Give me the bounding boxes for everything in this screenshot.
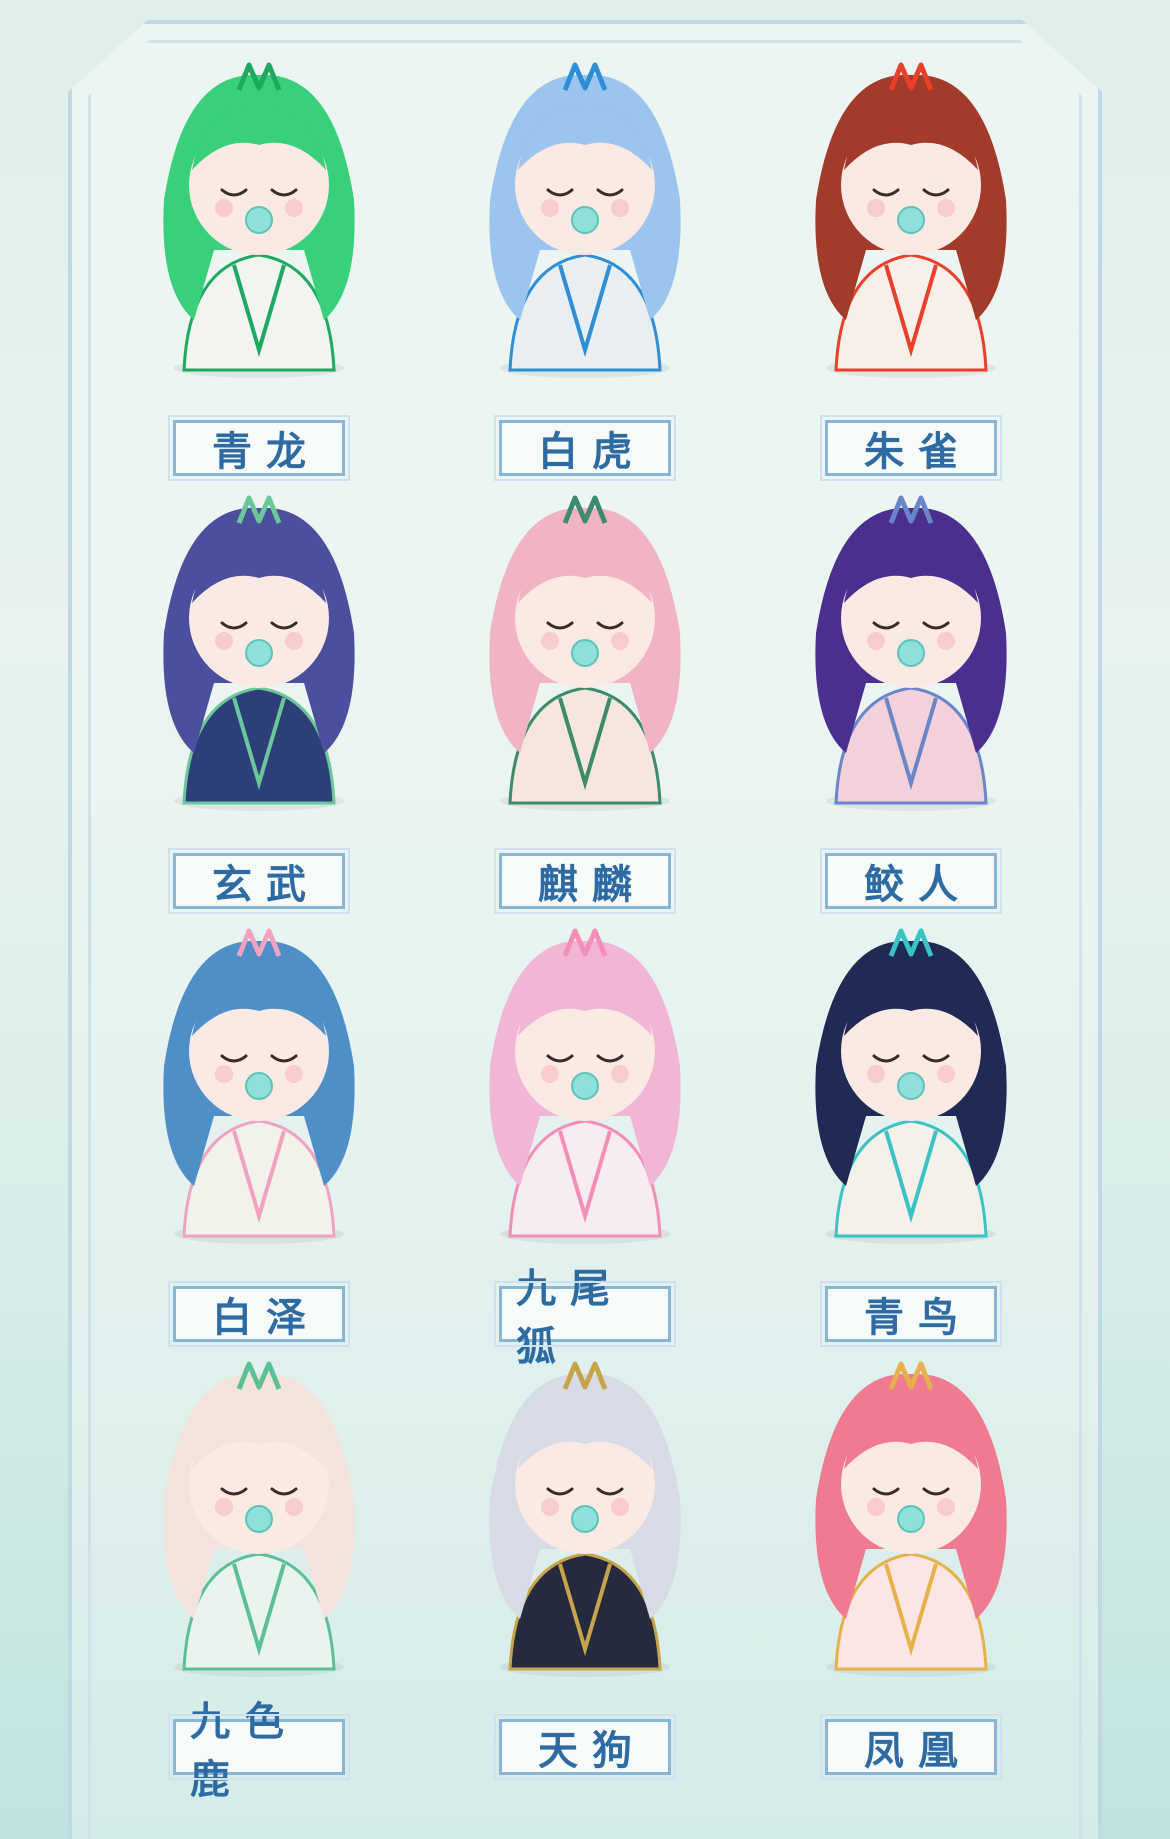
figure-name-label: 玄武 bbox=[168, 848, 350, 914]
figure-image bbox=[796, 483, 1026, 813]
figure-image bbox=[796, 1349, 1026, 1679]
figure-card-tiangou[interactable]: 天狗 bbox=[422, 1341, 748, 1780]
figure-card-xuanwu[interactable]: 玄武 bbox=[96, 475, 422, 914]
figure-image bbox=[144, 50, 374, 380]
figure-image bbox=[144, 483, 374, 813]
figure-card-jiuweihu[interactable]: 九尾狐 bbox=[422, 908, 748, 1370]
figure-name-label: 朱雀 bbox=[820, 415, 1002, 481]
figure-image bbox=[470, 483, 700, 813]
figure-name-label: 鲛人 bbox=[820, 848, 1002, 914]
figure-name-label: 天狗 bbox=[494, 1714, 676, 1780]
figure-name-label: 凤凰 bbox=[820, 1714, 1002, 1780]
figure-name-label: 麒麟 bbox=[494, 848, 676, 914]
figure-grid: 青龙 白虎 朱雀 玄武 麒麟 鲛人 白泽 九尾狐 青鸟 九色鹿 天狗 bbox=[96, 42, 1074, 1803]
figure-card-jiuselu[interactable]: 九色鹿 bbox=[96, 1341, 422, 1803]
figure-card-fenghuang[interactable]: 凤凰 bbox=[748, 1341, 1074, 1780]
figure-card-qingniao[interactable]: 青鸟 bbox=[748, 908, 1074, 1347]
figure-image bbox=[470, 50, 700, 380]
figure-name-label: 九尾狐 bbox=[494, 1265, 676, 1370]
figure-name-label: 白虎 bbox=[494, 415, 676, 481]
figure-name-label: 九色鹿 bbox=[168, 1698, 350, 1803]
figure-image bbox=[470, 1349, 700, 1679]
figure-card-qilin[interactable]: 麒麟 bbox=[422, 475, 748, 914]
figure-name-label: 白泽 bbox=[168, 1281, 350, 1347]
figure-image bbox=[470, 916, 700, 1246]
figure-card-jiaoren[interactable]: 鲛人 bbox=[748, 475, 1074, 914]
figure-image bbox=[144, 916, 374, 1246]
figure-image bbox=[796, 916, 1026, 1246]
figure-card-baize[interactable]: 白泽 bbox=[96, 908, 422, 1347]
figure-name-label: 青鸟 bbox=[820, 1281, 1002, 1347]
figure-name-label: 青龙 bbox=[168, 415, 350, 481]
figure-image bbox=[144, 1349, 374, 1679]
figure-card-zhuque[interactable]: 朱雀 bbox=[748, 42, 1074, 481]
figure-card-baihu[interactable]: 白虎 bbox=[422, 42, 748, 481]
figure-image bbox=[796, 50, 1026, 380]
figure-card-qinglong[interactable]: 青龙 bbox=[96, 42, 422, 481]
